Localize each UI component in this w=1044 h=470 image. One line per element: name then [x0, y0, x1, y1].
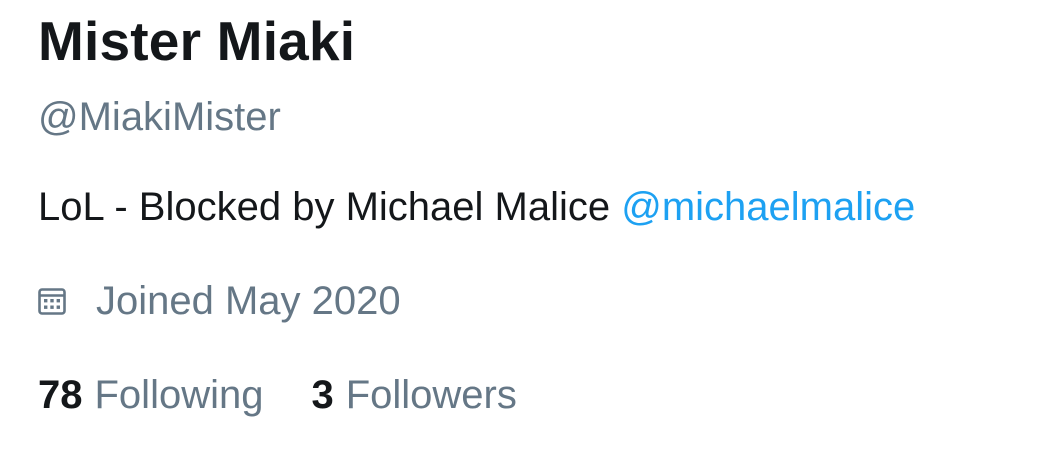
- bio-mention-link[interactable]: @michaelmalice: [621, 185, 915, 229]
- bio: LoL - Blocked by Michael Malice @michael…: [38, 182, 915, 232]
- bio-text: LoL - Blocked by Michael Malice: [38, 185, 622, 229]
- followers-label: Followers: [345, 373, 517, 417]
- profile-stats: 78 Following 3 Followers: [38, 370, 517, 420]
- joined-date: Joined May 2020: [38, 274, 401, 328]
- followers-count: 3: [311, 373, 334, 417]
- followers-link[interactable]: 3 Followers: [311, 370, 516, 420]
- calendar-icon: [38, 287, 66, 315]
- joined-text: Joined May 2020: [96, 279, 401, 323]
- following-link[interactable]: 78 Following: [38, 370, 263, 420]
- display-name: Mister Miaki: [38, 10, 356, 72]
- user-handle: @MiakiMister: [38, 95, 281, 139]
- following-label: Following: [94, 373, 264, 417]
- following-count: 78: [38, 373, 83, 417]
